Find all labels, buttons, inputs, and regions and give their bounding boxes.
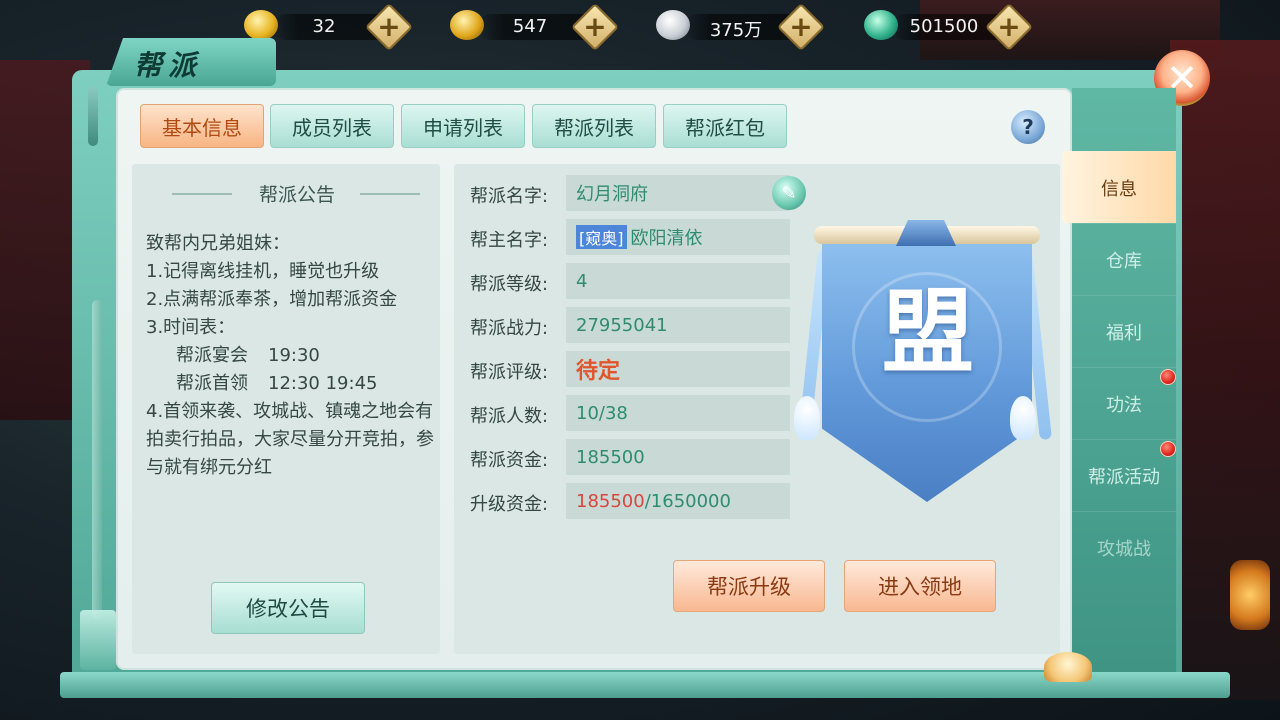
guild-power-value: 27955041 [566,307,790,343]
guild-name-label: 帮派名字: [470,186,549,207]
page-title: 帮派 [134,49,203,82]
guild-rating-label: 帮派评级: [470,362,549,383]
divider [360,193,420,195]
schedule-time: 12:30 19:45 [268,373,378,394]
upgrade-funds-label: 升级资金: [470,494,549,515]
side-nav-warehouse[interactable]: 仓库 [1072,223,1176,295]
notice-line: 4.首领来袭、攻城战、镇魂之地会有拍卖行拍品，大家尽量分开竞拍，参与就有绑元分红 [146,401,434,478]
guild-funds-value: 185500 [566,439,790,475]
guild-rating-value: 待定 [566,351,790,387]
guild-power-label: 帮派战力: [470,318,549,339]
silver-ingot-icon [656,10,690,40]
enter-territory-button[interactable]: 进入领地 [844,560,996,612]
notice-title: 帮派公告 [258,184,335,206]
currency-value: 547 [512,16,548,37]
help-button[interactable]: ? [1011,110,1045,144]
schedule-item: 帮派宴会 19:30 [146,342,436,370]
edit-notice-button[interactable]: 修改公告 [211,582,365,634]
side-nav-siege[interactable]: 攻城战 [1072,511,1176,583]
leader-name-value: [窥奥] 欧阳清依 [566,219,790,255]
schedule-item: 帮派首领 12:30 19:45 [146,370,436,398]
gold-ingot-icon [244,10,278,40]
guild-members-label: 帮派人数: [470,406,549,427]
edit-name-brush-icon[interactable]: ✎ [772,176,806,210]
currency-value: 32 [312,16,336,37]
guild-name-value: 幻月洞府 [566,175,790,211]
feather-tassel [1010,396,1036,440]
notification-dot [1160,441,1176,457]
tab-member-list[interactable]: 成员列表 [270,104,394,148]
tab-application-list[interactable]: 申请列表 [401,104,525,148]
leader-name: 欧阳清依 [630,228,703,249]
guild-funds-label: 帮派资金: [470,450,549,471]
plus-icon: + [583,10,607,43]
notice-line: 1.记得离线挂机，睡觉也升级 [146,261,380,282]
guild-members-value: 10/38 [566,395,790,431]
banner-emblem: 盟 [881,278,974,386]
feather-tassel [794,396,820,440]
tab-guild-list[interactable]: 帮派列表 [532,104,656,148]
guild-level-label: 帮派等级: [470,274,549,295]
plus-icon: + [997,10,1021,43]
notification-dot [1160,369,1176,385]
lamp-decoration [80,610,116,670]
plus-icon: + [789,10,813,43]
add-bound-gold-button[interactable]: + [570,2,620,52]
notice-line: 2.点满帮派奉茶，增加帮派资金 [146,289,398,310]
add-silver-button[interactable]: + [776,2,826,52]
add-gold-button[interactable]: + [364,2,414,52]
currency-value: 501500 [909,16,979,37]
bound-gold-ingot-icon [450,10,484,40]
schedule-name: 帮派首领 [176,373,248,394]
tassel-decoration [88,86,98,146]
plus-icon: + [377,10,401,43]
divider [172,193,232,195]
tab-basic-info[interactable]: 基本信息 [140,104,264,148]
lantern-decoration [1230,560,1270,630]
notice-line: 3.时间表： [146,317,236,338]
schedule-time: 19:30 [268,345,320,366]
upgrade-funds-value: 185500/1650000 [566,483,790,519]
schedule-name: 帮派宴会 [176,345,248,366]
tab-guild-red-packet[interactable]: 帮派红包 [663,104,787,148]
upgrade-funds-current: 185500 [576,490,645,512]
upgrade-funds-target: /1650000 [644,490,731,512]
bamboo-decoration [92,300,102,620]
jade-coin-icon [864,10,898,40]
side-nav-welfare[interactable]: 福利 [1072,295,1176,367]
guild-upgrade-button[interactable]: 帮派升级 [673,560,825,612]
side-nav-info[interactable]: 信息 [1062,151,1176,223]
currency-value: 375万 [709,20,763,41]
guild-level-value: 4 [566,263,790,299]
notice-line: 致帮内兄弟姐妹： [146,233,290,254]
leader-name-label: 帮主名字: [470,230,549,251]
lotus-decoration [1044,652,1092,682]
leader-title-badge: [窥奥] [576,225,627,249]
notice-text: 致帮内兄弟姐妹： 1.记得离线挂机，睡觉也升级 2.点满帮派奉茶，增加帮派资金 … [146,230,436,482]
